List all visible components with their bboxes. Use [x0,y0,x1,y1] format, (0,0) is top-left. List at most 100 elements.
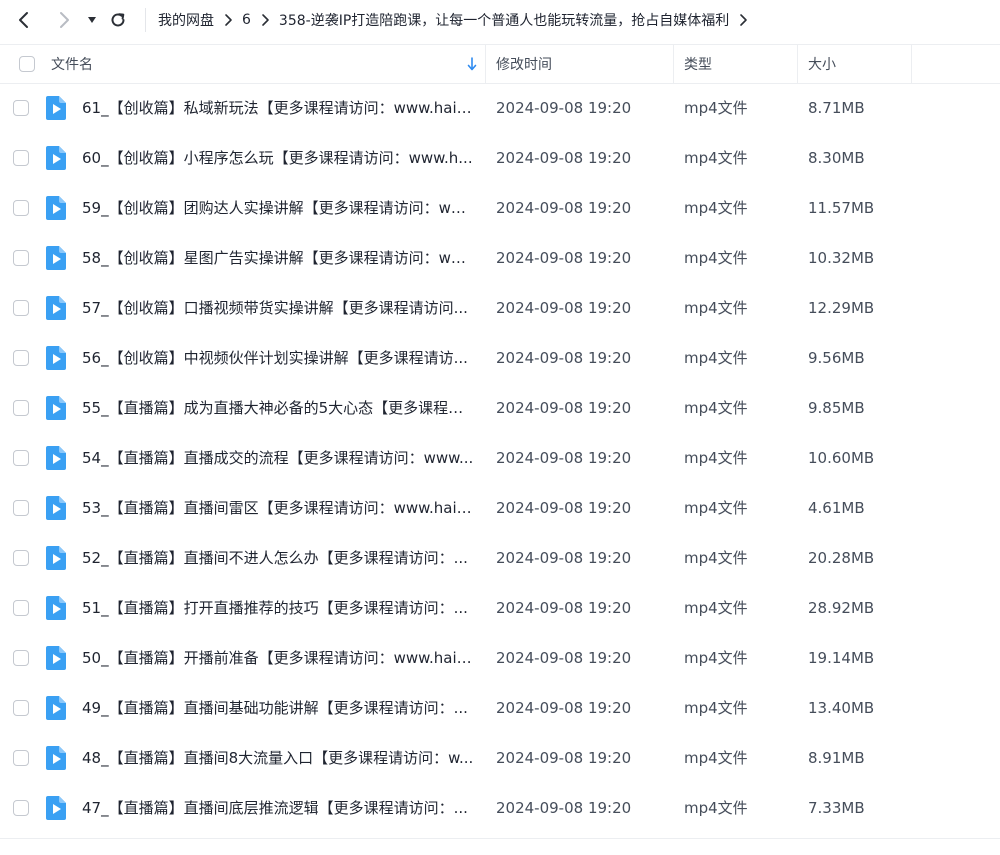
forward-button[interactable] [52,8,76,32]
file-modified: 2024-09-08 19:20 [496,399,632,417]
file-type: mp4文件 [684,249,748,267]
row-checkbox[interactable] [13,300,29,316]
video-file-icon [46,96,66,120]
row-checkbox[interactable] [13,700,29,716]
chevron-left-icon [19,12,28,28]
refresh-button[interactable] [106,8,130,32]
file-modified: 2024-09-08 19:20 [496,349,632,367]
file-type: mp4文件 [684,649,748,667]
video-file-icon [46,496,66,520]
file-name[interactable]: 54_【直播篇】直播成交的流程【更多课程请访问：www... [82,433,474,483]
file-name[interactable]: 49_【直播篇】直播间基础功能讲解【更多课程请访问：... [82,683,474,733]
file-row[interactable]: 55_【直播篇】成为直播大神必备的5大心态【更多课程请... 2024-09-0… [0,383,1000,433]
file-modified: 2024-09-08 19:20 [496,549,632,567]
column-header-size[interactable]: 大小 [808,45,908,83]
file-size: 9.56MB [808,349,865,367]
file-name[interactable]: 61_【创收篇】私域新玩法【更多课程请访问：www.hait... [82,83,474,133]
file-name[interactable]: 50_【直播篇】开播前准备【更多课程请访问：www.hait... [82,633,474,683]
column-header-modified-label: 修改时间 [496,57,552,73]
file-type: mp4文件 [684,399,748,417]
file-name[interactable]: 59_【创收篇】团购达人实操讲解【更多课程请访问：ww... [82,183,474,233]
select-all-checkbox[interactable] [19,56,35,72]
row-checkbox[interactable] [13,800,29,816]
file-row[interactable]: 54_【直播篇】直播成交的流程【更多课程请访问：www... 2024-09-0… [0,433,1000,483]
column-divider[interactable] [485,45,486,83]
file-type: mp4文件 [684,599,748,617]
file-row[interactable]: 61_【创收篇】私域新玩法【更多课程请访问：www.hait... 2024-0… [0,83,1000,133]
file-type: mp4文件 [684,749,748,767]
column-header-name[interactable]: 文件名 [51,45,481,83]
file-modified: 2024-09-08 19:20 [496,599,632,617]
file-name[interactable]: 57_【创收篇】口播视频带货实操讲解【更多课程请访问... [82,283,474,333]
file-modified: 2024-09-08 19:20 [496,149,632,167]
row-checkbox[interactable] [13,600,29,616]
file-type: mp4文件 [684,149,748,167]
column-header-type[interactable]: 类型 [684,45,794,83]
file-name[interactable]: 58_【创收篇】星图广告实操讲解【更多课程请访问：ww... [82,233,474,283]
breadcrumb-item[interactable]: 我的网盘 [158,10,214,30]
file-name[interactable]: 55_【直播篇】成为直播大神必备的5大心态【更多课程请... [82,383,474,433]
file-row[interactable]: 48_【直播篇】直播间8大流量入口【更多课程请访问：w... 2024-09-0… [0,733,1000,783]
sort-descending-icon[interactable] [467,57,477,71]
row-checkbox[interactable] [13,200,29,216]
row-checkbox[interactable] [13,400,29,416]
file-size: 8.91MB [808,749,865,767]
file-row[interactable]: 50_【直播篇】开播前准备【更多课程请访问：www.hait... 2024-0… [0,633,1000,683]
breadcrumb-item[interactable]: 358-逆袭IP打造陪跑课，让每一个普通人也能玩转流量，抢占自媒体福利 [279,10,729,30]
file-size: 7.33MB [808,799,865,817]
chevron-right-icon [262,14,269,26]
file-type: mp4文件 [684,549,748,567]
column-header-modified[interactable]: 修改时间 [496,45,666,83]
file-row[interactable]: 51_【直播篇】打开直播推荐的技巧【更多课程请访问：... 2024-09-08… [0,583,1000,633]
chevron-right-icon [60,12,69,28]
file-size: 8.30MB [808,149,865,167]
file-name[interactable]: 47_【直播篇】直播间底层推流逻辑【更多课程请访问：... [82,783,474,833]
file-name[interactable]: 56_【创收篇】中视频伙伴计划实操讲解【更多课程请访... [82,333,474,383]
file-row[interactable]: 59_【创收篇】团购达人实操讲解【更多课程请访问：ww... 2024-09-0… [0,183,1000,233]
row-checkbox[interactable] [13,750,29,766]
file-name[interactable]: 60_【创收篇】小程序怎么玩【更多课程请访问：www.h... [82,133,474,183]
row-checkbox[interactable] [13,150,29,166]
file-row[interactable]: 49_【直播篇】直播间基础功能讲解【更多课程请访问：... 2024-09-08… [0,683,1000,733]
file-size: 4.61MB [808,499,865,517]
history-dropdown-button[interactable] [80,8,104,32]
caret-down-icon [88,17,96,23]
file-size: 10.32MB [808,249,875,267]
breadcrumb-item[interactable]: 6 [242,12,251,28]
breadcrumb: 我的网盘 6 358-逆袭IP打造陪跑课，让每一个普通人也能玩转流量，抢占自媒体… [158,0,757,40]
row-checkbox[interactable] [13,650,29,666]
file-modified: 2024-09-08 19:20 [496,249,632,267]
column-header-name-label: 文件名 [51,57,93,73]
chevron-right-icon [740,14,748,26]
column-header-size-label: 大小 [808,57,836,73]
row-checkbox[interactable] [13,500,29,516]
row-checkbox[interactable] [13,450,29,466]
file-name[interactable]: 53_【直播篇】直播间雷区【更多课程请访问：www.hait... [82,483,474,533]
file-name[interactable]: 48_【直播篇】直播间8大流量入口【更多课程请访问：w... [82,733,474,783]
file-row[interactable]: 58_【创收篇】星图广告实操讲解【更多课程请访问：ww... 2024-09-0… [0,233,1000,283]
video-file-icon [46,646,66,670]
row-checkbox[interactable] [13,550,29,566]
file-size: 11.57MB [808,199,875,217]
file-row[interactable]: 56_【创收篇】中视频伙伴计划实操讲解【更多课程请访... 2024-09-08… [0,333,1000,383]
row-checkbox[interactable] [13,250,29,266]
file-row[interactable]: 47_【直播篇】直播间底层推流逻辑【更多课程请访问：... 2024-09-08… [0,783,1000,833]
file-row[interactable]: 53_【直播篇】直播间雷区【更多课程请访问：www.hait... 2024-0… [0,483,1000,533]
file-row[interactable]: 52_【直播篇】直播间不进人怎么办【更多课程请访问：... 2024-09-08… [0,533,1000,583]
file-modified: 2024-09-08 19:20 [496,199,632,217]
column-divider[interactable] [673,45,674,83]
file-size: 19.14MB [808,649,875,667]
back-button[interactable] [12,8,36,32]
file-type: mp4文件 [684,799,748,817]
column-divider[interactable] [797,45,798,83]
column-divider[interactable] [911,45,912,83]
file-row[interactable]: 57_【创收篇】口播视频带货实操讲解【更多课程请访问... 2024-09-08… [0,283,1000,333]
video-file-icon [46,696,66,720]
file-name[interactable]: 52_【直播篇】直播间不进人怎么办【更多课程请访问：... [82,533,474,583]
file-row[interactable]: 60_【创收篇】小程序怎么玩【更多课程请访问：www.h... 2024-09-… [0,133,1000,183]
file-name[interactable]: 51_【直播篇】打开直播推荐的技巧【更多课程请访问：... [82,583,474,633]
row-checkbox[interactable] [13,100,29,116]
file-list-header: 文件名 修改时间 类型 大小 [0,44,1000,84]
video-file-icon [46,196,66,220]
row-checkbox[interactable] [13,350,29,366]
